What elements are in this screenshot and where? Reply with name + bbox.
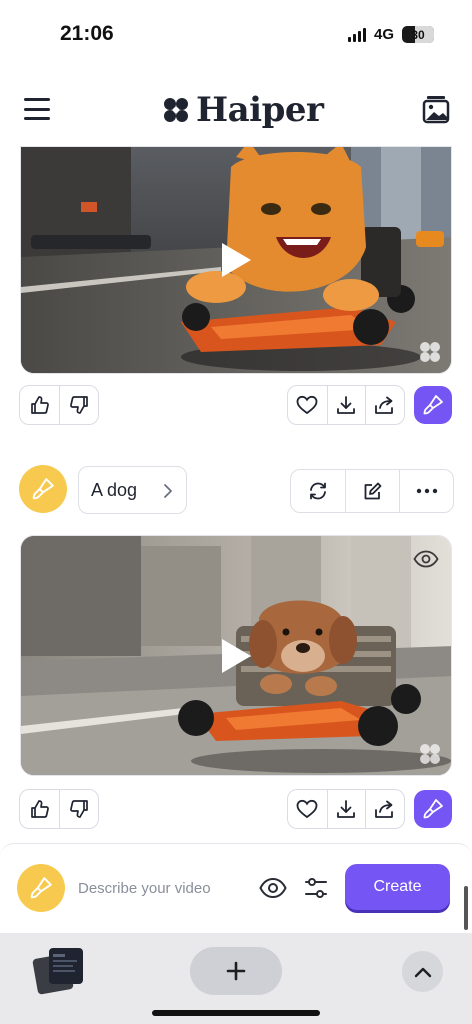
download-button[interactable]: [326, 386, 366, 424]
brush-icon: [423, 395, 443, 415]
thumbs-down-icon: [70, 396, 88, 414]
play-icon[interactable]: [218, 240, 254, 280]
thumbs-up-icon: [30, 800, 49, 818]
status-bar: 21:06 4G 30: [0, 0, 472, 70]
network-type: 4G: [373, 26, 394, 43]
brand-logo[interactable]: Haiper: [162, 90, 324, 130]
haiper-watermark-icon: [420, 342, 440, 362]
reuse-prompt-button[interactable]: [414, 790, 452, 828]
media-actions-1: [287, 385, 405, 425]
haiper-watermark-icon: [420, 744, 440, 764]
prompt-avatar: [19, 465, 67, 513]
share-icon: [375, 800, 394, 818]
composer-avatar[interactable]: [17, 864, 65, 912]
thumbs-up-button[interactable]: [20, 790, 59, 828]
chevron-up-icon: [414, 967, 431, 977]
thumbs-down-icon: [70, 800, 88, 818]
edit-icon: [364, 482, 381, 500]
like-button[interactable]: [288, 386, 327, 424]
brush-icon: [423, 799, 443, 819]
share-icon: [375, 396, 394, 414]
composer: Create: [0, 843, 472, 933]
menu-button[interactable]: [24, 98, 50, 120]
more-options-button[interactable]: [399, 470, 453, 512]
download-icon: [337, 396, 356, 414]
download-button[interactable]: [326, 790, 366, 828]
battery-icon: 30: [402, 26, 434, 43]
expand-toolbar-button[interactable]: [402, 951, 443, 992]
eye-icon[interactable]: [259, 877, 287, 899]
chevron-right-icon: [164, 484, 172, 498]
gallery-icon: [422, 96, 450, 124]
regenerate-button[interactable]: [291, 470, 345, 512]
prompt-text: A dog: [91, 479, 138, 500]
video-card-dog[interactable]: [20, 535, 452, 776]
share-button[interactable]: [365, 386, 404, 424]
like-button[interactable]: [288, 790, 327, 828]
brush-icon: [32, 478, 54, 500]
brush-icon: [30, 877, 52, 899]
prompt-actions: [290, 469, 454, 513]
media-actions-2: [287, 789, 405, 829]
home-indicator: [152, 1010, 320, 1016]
menu-icon: [24, 98, 50, 101]
edit-prompt-button[interactable]: [345, 470, 399, 512]
reuse-prompt-button[interactable]: [414, 386, 452, 424]
heart-icon: [296, 395, 318, 415]
thumbs-up-icon: [30, 396, 49, 414]
refresh-icon: [310, 482, 326, 500]
gallery-button[interactable]: [422, 94, 450, 124]
download-icon: [337, 800, 356, 818]
brand-name: Haiper: [196, 90, 324, 130]
share-button[interactable]: [365, 790, 404, 828]
app-header: Haiper: [0, 80, 472, 140]
thumbs-down-button[interactable]: [59, 790, 98, 828]
more-icon: [416, 488, 437, 494]
eye-icon[interactable]: [413, 550, 439, 568]
signal-icon: [347, 27, 366, 42]
settings-icon[interactable]: [303, 875, 329, 901]
thumbs-down-button[interactable]: [59, 386, 98, 424]
feedback-buttons-2: [19, 789, 99, 829]
create-button[interactable]: Create: [345, 864, 450, 910]
haiper-logo-icon: [164, 98, 188, 122]
battery-level: 30: [411, 27, 425, 42]
browser-toolbar: [0, 933, 472, 1024]
prompt-input[interactable]: [78, 876, 248, 900]
heart-icon: [296, 799, 318, 819]
scrollbar[interactable]: [464, 886, 468, 930]
thumbs-up-button[interactable]: [20, 386, 59, 424]
play-icon[interactable]: [218, 636, 254, 676]
tabs-overview-icon[interactable]: [31, 946, 87, 998]
plus-icon: [226, 961, 246, 981]
video-card-cat[interactable]: [20, 146, 452, 374]
status-time: 21:06: [60, 22, 114, 45]
new-tab-button[interactable]: [190, 947, 282, 995]
status-indicators: 4G 30: [347, 26, 434, 43]
feedback-buttons-1: [19, 385, 99, 425]
prompt-chip[interactable]: A dog: [78, 466, 187, 514]
